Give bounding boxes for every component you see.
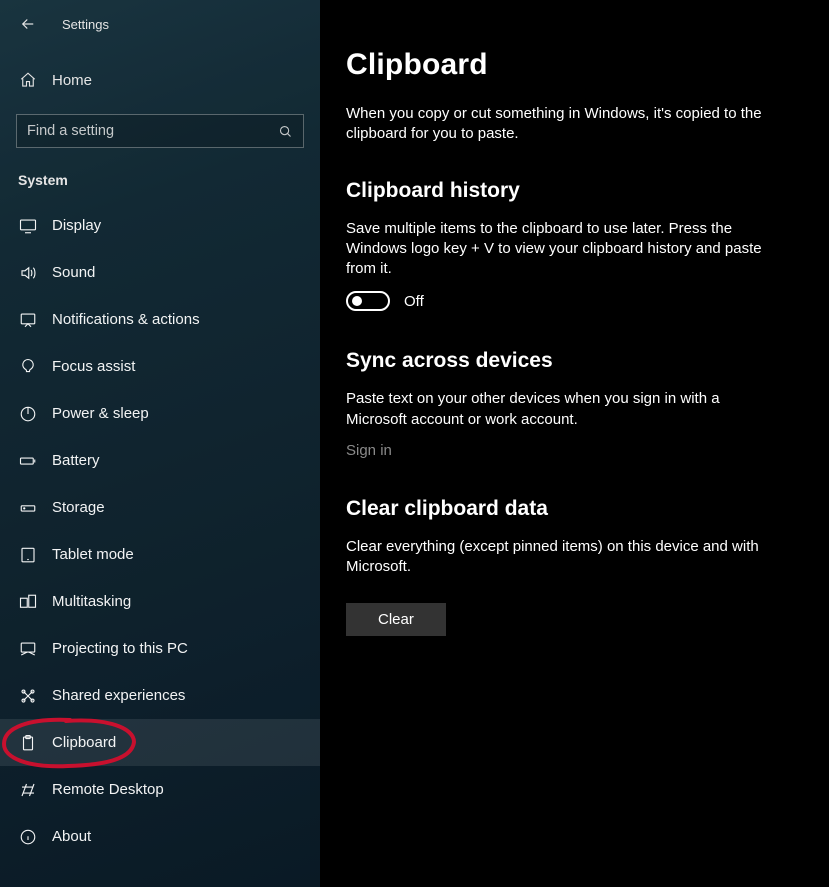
clear-button[interactable]: Clear bbox=[346, 603, 446, 636]
focus-assist-icon bbox=[18, 358, 38, 376]
sidebar-item-power-sleep[interactable]: Power & sleep bbox=[0, 390, 320, 437]
tablet-icon bbox=[18, 546, 38, 564]
search-container bbox=[0, 114, 320, 148]
sidebar-item-label: Power & sleep bbox=[52, 405, 149, 422]
search-input[interactable] bbox=[27, 123, 278, 139]
home-nav[interactable]: Home bbox=[0, 58, 320, 102]
about-icon bbox=[18, 828, 38, 846]
home-icon bbox=[18, 71, 38, 89]
sidebar-header: Settings bbox=[0, 0, 320, 48]
sidebar-item-label: Storage bbox=[52, 499, 105, 516]
settings-sidebar: Settings Home System Display Sound bbox=[0, 0, 320, 887]
sidebar-item-clipboard[interactable]: Clipboard bbox=[0, 719, 320, 766]
back-button[interactable] bbox=[8, 4, 48, 44]
sidebar-item-label: Projecting to this PC bbox=[52, 640, 188, 657]
history-toggle-row: Off bbox=[346, 291, 803, 311]
sidebar-item-label: Sound bbox=[52, 264, 95, 281]
shared-icon bbox=[18, 687, 38, 705]
history-toggle-state: Off bbox=[404, 293, 424, 310]
history-desc: Save multiple items to the clipboard to … bbox=[346, 219, 776, 280]
battery-icon bbox=[18, 452, 38, 470]
sound-icon bbox=[18, 264, 38, 282]
nav-list: Display Sound Notifications & actions Fo… bbox=[0, 202, 320, 887]
search-icon bbox=[278, 124, 293, 139]
sidebar-item-label: Notifications & actions bbox=[52, 311, 200, 328]
clear-heading: Clear clipboard data bbox=[346, 497, 803, 521]
sidebar-item-projecting[interactable]: Projecting to this PC bbox=[0, 625, 320, 672]
sidebar-item-label: Display bbox=[52, 217, 101, 234]
page-intro: When you copy or cut something in Window… bbox=[346, 104, 776, 145]
content-panel: Clipboard When you copy or cut something… bbox=[320, 0, 829, 887]
sidebar-item-sound[interactable]: Sound bbox=[0, 249, 320, 296]
display-icon bbox=[18, 217, 38, 235]
sidebar-item-notifications[interactable]: Notifications & actions bbox=[0, 296, 320, 343]
sidebar-item-label: Clipboard bbox=[52, 734, 116, 751]
sidebar-item-remote-desktop[interactable]: Remote Desktop bbox=[0, 766, 320, 813]
notifications-icon bbox=[18, 311, 38, 329]
sidebar-item-label: About bbox=[52, 828, 91, 845]
sidebar-item-label: Shared experiences bbox=[52, 687, 185, 704]
app-title: Settings bbox=[62, 17, 109, 32]
sync-desc: Paste text on your other devices when yo… bbox=[346, 389, 776, 430]
arrow-left-icon bbox=[19, 15, 37, 33]
sidebar-item-label: Tablet mode bbox=[52, 546, 134, 563]
category-heading: System bbox=[0, 172, 320, 188]
sidebar-item-label: Focus assist bbox=[52, 358, 135, 375]
sidebar-item-label: Battery bbox=[52, 452, 100, 469]
sidebar-item-storage[interactable]: Storage bbox=[0, 484, 320, 531]
power-icon bbox=[18, 405, 38, 423]
sidebar-item-tablet-mode[interactable]: Tablet mode bbox=[0, 531, 320, 578]
sidebar-item-battery[interactable]: Battery bbox=[0, 437, 320, 484]
multitasking-icon bbox=[18, 593, 38, 611]
history-heading: Clipboard history bbox=[346, 179, 803, 203]
clear-desc: Clear everything (except pinned items) o… bbox=[346, 537, 776, 578]
page-title: Clipboard bbox=[346, 48, 803, 82]
sign-in-link[interactable]: Sign in bbox=[346, 442, 392, 459]
home-label: Home bbox=[52, 72, 92, 89]
storage-icon bbox=[18, 499, 38, 517]
clipboard-icon bbox=[18, 734, 38, 752]
search-input-container[interactable] bbox=[16, 114, 304, 148]
sync-heading: Sync across devices bbox=[346, 349, 803, 373]
history-toggle[interactable] bbox=[346, 291, 390, 311]
sidebar-item-focus-assist[interactable]: Focus assist bbox=[0, 343, 320, 390]
remote-desktop-icon bbox=[18, 781, 38, 799]
projecting-icon bbox=[18, 640, 38, 658]
sidebar-item-multitasking[interactable]: Multitasking bbox=[0, 578, 320, 625]
sidebar-item-label: Remote Desktop bbox=[52, 781, 164, 798]
sidebar-item-about[interactable]: About bbox=[0, 813, 320, 860]
sidebar-item-label: Multitasking bbox=[52, 593, 131, 610]
sidebar-item-display[interactable]: Display bbox=[0, 202, 320, 249]
sidebar-item-shared-experiences[interactable]: Shared experiences bbox=[0, 672, 320, 719]
